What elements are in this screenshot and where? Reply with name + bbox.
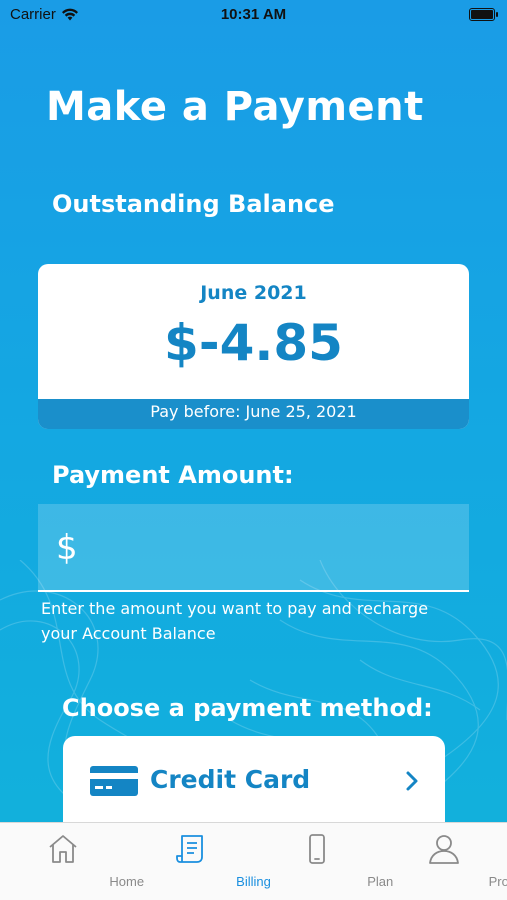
tab-profile-label: Profile [488, 874, 507, 889]
balance-amount: $-4.85 [164, 314, 343, 372]
tab-bar: Home Billing Plan Profile [0, 822, 507, 900]
tab-home[interactable]: Home [0, 823, 144, 900]
outstanding-balance-heading: Outstanding Balance [52, 190, 335, 218]
home-icon [49, 835, 77, 863]
payment-amount-field[interactable]: $ [38, 504, 469, 592]
credit-card-label: Credit Card [150, 765, 311, 794]
battery-icon [469, 8, 498, 21]
tab-profile[interactable]: Profile [380, 823, 507, 900]
balance-month: June 2021 [200, 282, 307, 304]
phone-icon [308, 834, 325, 864]
payment-amount-heading: Payment Amount: [52, 461, 294, 489]
tab-plan[interactable]: Plan [254, 823, 393, 900]
billing-icon [176, 835, 204, 863]
payment-amount-input[interactable] [98, 522, 448, 574]
balance-card: June 2021 $-4.85 Pay before: June 25, 20… [38, 264, 469, 429]
payment-method-heading: Choose a payment method: [62, 694, 433, 722]
status-bar: Carrier 10:31 AM [0, 0, 507, 30]
currency-symbol: $ [56, 528, 78, 568]
payment-amount-helper: Enter the amount you want to pay and rec… [41, 599, 429, 643]
profile-icon [428, 835, 459, 864]
tab-billing[interactable]: Billing [127, 823, 271, 900]
status-time: 10:31 AM [220, 6, 287, 23]
credit-card-icon [90, 766, 138, 796]
payment-method-credit-card[interactable]: Credit Card [63, 736, 445, 836]
balance-due-date: Pay before: June 25, 2021 [38, 399, 469, 429]
page-title: Make a Payment [46, 84, 424, 130]
chevron-right-icon [406, 771, 418, 791]
